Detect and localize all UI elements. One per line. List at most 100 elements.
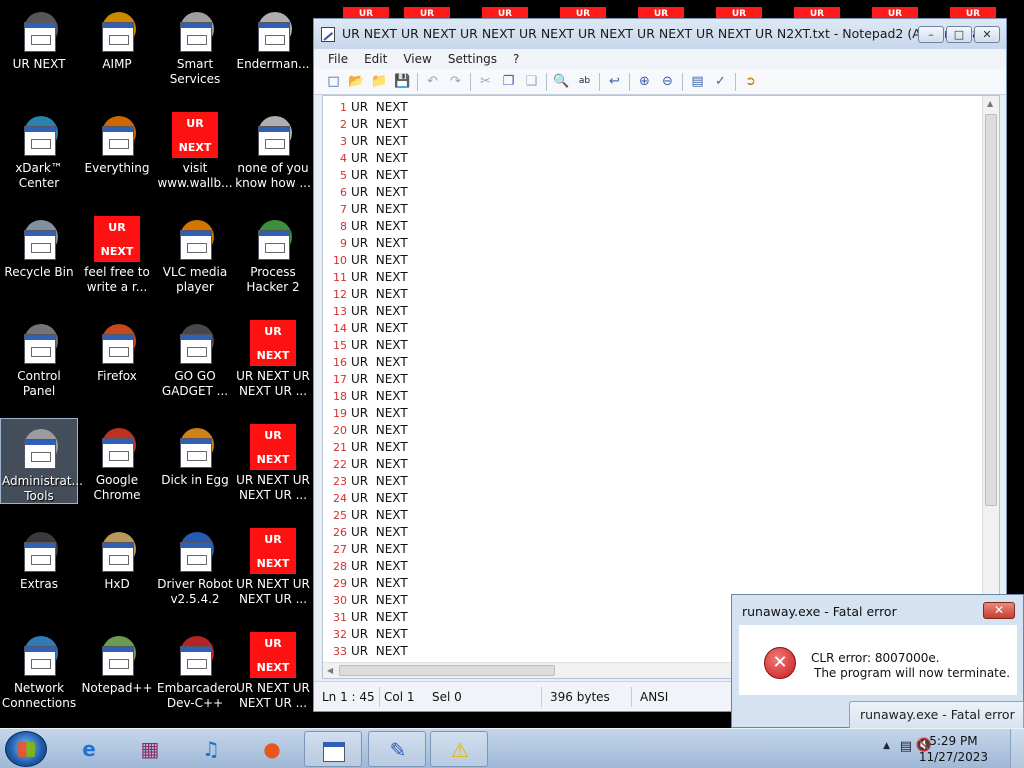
- desktop-icon[interactable]: UR NEXT UR NEXT UR NEXT UR ...: [234, 314, 312, 400]
- editor-line[interactable]: 8 UR NEXT: [323, 218, 983, 235]
- taskbar-thumbnail-tooltip[interactable]: runaway.exe - Fatal error: [849, 701, 1024, 729]
- editor-line[interactable]: 23 UR NEXT: [323, 473, 983, 490]
- desktop-icon[interactable]: Recycle Bin: [0, 210, 78, 296]
- editor-line[interactable]: 2 UR NEXT: [323, 116, 983, 133]
- zoom-out-icon[interactable]: ⊖: [658, 72, 677, 91]
- editor-line[interactable]: 1 UR NEXT: [323, 99, 983, 116]
- desktop-icon[interactable]: UR NEXT: [0, 2, 78, 88]
- editor-line[interactable]: 24 UR NEXT: [323, 490, 983, 507]
- editor-line[interactable]: 25 UR NEXT: [323, 507, 983, 524]
- editor-line[interactable]: 11 UR NEXT: [323, 269, 983, 286]
- menu-help[interactable]: ?: [505, 49, 527, 69]
- save-icon[interactable]: 💾: [393, 72, 412, 91]
- taskbar-runaway[interactable]: [304, 731, 362, 767]
- editor-line[interactable]: 7 UR NEXT: [323, 201, 983, 218]
- taskbar-music[interactable]: ♫: [182, 731, 240, 767]
- scheme-icon[interactable]: ▤: [688, 72, 707, 91]
- menu-view[interactable]: View: [395, 49, 439, 69]
- desktop-icon[interactable]: GO GO GADGET ...: [156, 314, 234, 400]
- exit-icon[interactable]: ➲: [741, 72, 760, 91]
- desktop-icon[interactable]: Google Chrome: [78, 418, 156, 504]
- open-folder-icon[interactable]: 📂: [347, 72, 366, 91]
- maximize-button[interactable]: □: [946, 26, 972, 43]
- desktop-icon[interactable]: Firefox: [78, 314, 156, 400]
- taskbar-warning-app[interactable]: ⚠: [430, 731, 488, 767]
- editor-line[interactable]: 13 UR NEXT: [323, 303, 983, 320]
- vertical-scrollbar[interactable]: ▲: [982, 96, 999, 664]
- editor-line[interactable]: 12 UR NEXT: [323, 286, 983, 303]
- desktop-icon[interactable]: Enderman...: [234, 2, 312, 88]
- desktop-icon[interactable]: Notepad++: [78, 626, 156, 712]
- menu-edit[interactable]: Edit: [356, 49, 395, 69]
- dialog-close-button[interactable]: ✕: [983, 602, 1015, 619]
- horizontal-scroll-thumb[interactable]: [339, 665, 555, 676]
- taskbar-firefox[interactable]: ●: [243, 731, 301, 767]
- vertical-scroll-thumb[interactable]: [985, 114, 997, 506]
- undo-icon[interactable]: ↶: [423, 72, 442, 91]
- editor-line[interactable]: 14 UR NEXT: [323, 320, 983, 337]
- network-tray-icon[interactable]: ▤: [900, 739, 912, 754]
- editor-line[interactable]: 18 UR NEXT: [323, 388, 983, 405]
- editor-line[interactable]: 21 UR NEXT: [323, 439, 983, 456]
- desktop-icon[interactable]: Extras: [0, 522, 78, 608]
- desktop-icon[interactable]: Network Connections: [0, 626, 78, 712]
- system-clock[interactable]: 5:29 PM 11/27/2023: [919, 733, 988, 765]
- desktop-icon[interactable]: Process Hacker 2: [234, 210, 312, 296]
- desktop-icon[interactable]: UR NEXT UR NEXT UR NEXT UR ...: [234, 418, 312, 504]
- desktop-icon[interactable]: UR NEXT UR NEXT UR NEXT UR ...: [234, 522, 312, 608]
- taskbar-winrar[interactable]: ▦: [121, 731, 179, 767]
- browse-icon[interactable]: 📁: [370, 72, 389, 91]
- notepad-titlebar[interactable]: UR NEXT UR NEXT UR NEXT UR NEXT UR NEXT …: [314, 19, 1006, 49]
- editor-line[interactable]: 16 UR NEXT: [323, 354, 983, 371]
- editor-line[interactable]: 9 UR NEXT: [323, 235, 983, 252]
- redo-icon[interactable]: ↷: [446, 72, 465, 91]
- editor-line[interactable]: 27 UR NEXT: [323, 541, 983, 558]
- editor-line[interactable]: 26 UR NEXT: [323, 524, 983, 541]
- editor-line[interactable]: 20 UR NEXT: [323, 422, 983, 439]
- desktop-icon[interactable]: VLC media player: [156, 210, 234, 296]
- replace-icon[interactable]: ab: [575, 72, 594, 91]
- new-file-icon[interactable]: □: [324, 72, 343, 91]
- text-editor[interactable]: 1 UR NEXT 2 UR NEXT 3 UR NEXT 4 UR NEXT 5 UR NEXT…: [322, 95, 1000, 679]
- editor-line[interactable]: 22 UR NEXT: [323, 456, 983, 473]
- word-wrap-icon[interactable]: ↩: [605, 72, 624, 91]
- desktop-icon[interactable]: Everything: [78, 106, 156, 192]
- taskbar-internet-explorer[interactable]: e: [60, 731, 118, 767]
- desktop-icon[interactable]: UR NEXT UR NEXT UR NEXT UR ...: [234, 626, 312, 712]
- desktop-icon[interactable]: none of you know how ...: [234, 106, 312, 192]
- paste-icon[interactable]: ❑: [522, 72, 541, 91]
- menu-file[interactable]: File: [320, 49, 356, 69]
- copy-icon[interactable]: ❐: [499, 72, 518, 91]
- desktop-icon[interactable]: Embarcadero Dev-C++: [156, 626, 237, 712]
- scroll-left-icon[interactable]: ◀: [327, 666, 333, 675]
- desktop-icon[interactable]: Smart Services: [156, 2, 234, 88]
- scroll-up-icon[interactable]: ▲: [987, 99, 993, 108]
- start-button[interactable]: [5, 731, 47, 767]
- minimize-button[interactable]: –: [918, 26, 944, 43]
- desktop-icon[interactable]: Control Panel: [0, 314, 78, 400]
- desktop-icon[interactable]: HxD: [78, 522, 156, 608]
- customize-schemes-icon[interactable]: ✓: [711, 72, 730, 91]
- taskbar-notepad2[interactable]: ✎: [368, 731, 426, 767]
- editor-line[interactable]: 15 UR NEXT: [323, 337, 983, 354]
- desktop-icon[interactable]: Dick in Egg: [156, 418, 234, 504]
- editor-line[interactable]: 3 UR NEXT: [323, 133, 983, 150]
- tray-expand-icon[interactable]: ▲: [883, 741, 890, 751]
- zoom-in-icon[interactable]: ⊕: [635, 72, 654, 91]
- desktop-icon[interactable]: Driver Robot v2.5.4.2: [156, 522, 234, 608]
- close-button[interactable]: ✕: [974, 26, 1000, 43]
- editor-line[interactable]: 10 UR NEXT: [323, 252, 983, 269]
- editor-line[interactable]: 29 UR NEXT: [323, 575, 983, 592]
- desktop-icon[interactable]: Administrat... Tools: [0, 418, 83, 504]
- editor-line[interactable]: 19 UR NEXT: [323, 405, 983, 422]
- show-desktop-button[interactable]: [1010, 729, 1024, 768]
- editor-line[interactable]: 17 UR NEXT: [323, 371, 983, 388]
- editor-line[interactable]: 5 UR NEXT: [323, 167, 983, 184]
- desktop-icon[interactable]: UR NEXT visit www.wallb...: [156, 106, 234, 192]
- desktop-icon[interactable]: xDark™ Center: [0, 106, 78, 192]
- desktop-icon[interactable]: AIMP: [78, 2, 156, 88]
- editor-line[interactable]: 4 UR NEXT: [323, 150, 983, 167]
- editor-line[interactable]: 28 UR NEXT: [323, 558, 983, 575]
- editor-line[interactable]: 6 UR NEXT: [323, 184, 983, 201]
- menu-settings[interactable]: Settings: [440, 49, 505, 69]
